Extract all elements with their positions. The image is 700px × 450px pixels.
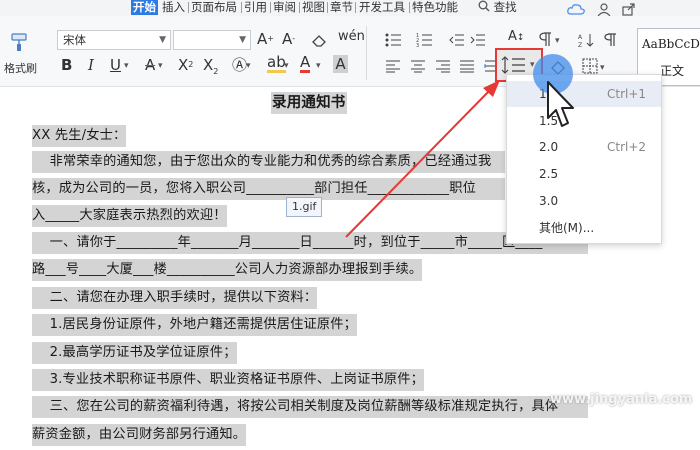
tab-start[interactable]: 开始 xyxy=(131,0,158,15)
strikethrough-icon[interactable]: A xyxy=(145,56,155,74)
justify-icon[interactable] xyxy=(459,58,475,77)
line-spacing-option[interactable]: 3.0 xyxy=(507,188,661,214)
bullet-list-icon[interactable] xyxy=(385,32,405,51)
watermark: www.jingyanla.com xyxy=(550,392,693,407)
format-painter-label: 格式刷 xyxy=(4,62,37,75)
document-line: 1.居民身份证原件，外地户籍还需提供居住证原件； xyxy=(32,314,358,336)
text-effect-icon[interactable]: Ⓐ xyxy=(232,56,247,74)
superscript-icon[interactable]: X2 xyxy=(178,56,193,74)
chevron-down-icon: ▼ xyxy=(239,35,246,45)
font-size-combo[interactable]: ▼ xyxy=(173,30,251,50)
font-name-value: 宋体 xyxy=(63,33,86,47)
tab-divider xyxy=(355,2,356,13)
character-shading-icon[interactable]: A xyxy=(333,55,348,73)
decrease-indent-icon[interactable] xyxy=(449,32,465,51)
chevron-down-icon[interactable]: ▾ xyxy=(316,61,321,71)
search-icon xyxy=(478,0,490,12)
subscript-icon[interactable]: X2 xyxy=(203,56,218,81)
document-title: 录用通知书 xyxy=(271,92,347,114)
tab-divider xyxy=(188,2,189,13)
search-label: 查找 xyxy=(493,0,517,14)
tab-reference[interactable]: 引用 xyxy=(244,0,267,15)
numbered-list-icon[interactable]: 123 xyxy=(416,32,436,51)
file-tooltip: 1.gif xyxy=(286,197,323,217)
tab-page-layout[interactable]: 页面布局 xyxy=(191,0,237,15)
document-line: 三、您在公司的薪资福利待遇，将按公司相关制度及岗位薪酬等级标准规定执行，具体 xyxy=(32,396,588,418)
align-center-icon[interactable] xyxy=(410,58,426,77)
document-line: 3.专业技术职称证书原件、职业资格证书原件、上岗证书原件； xyxy=(32,369,425,391)
align-right-icon[interactable] xyxy=(435,58,451,77)
chevron-down-icon[interactable]: ▾ xyxy=(284,61,289,71)
document-line: 薪资金额，由公司财务部另行通知。 xyxy=(32,424,247,446)
line-spacing-option[interactable]: 1 Ctrl+1 xyxy=(507,81,661,107)
line-spacing-option[interactable]: 1.5 xyxy=(507,108,661,134)
line-spacing-menu: 1 Ctrl+1 1.5 2.0 Ctrl+2 2.5 3.0 其他(M)... xyxy=(506,74,662,244)
svg-text:3: 3 xyxy=(416,43,419,47)
document-line: 一、请你于_________年_______月_______日______时，到… xyxy=(32,232,588,254)
tab-divider xyxy=(327,2,328,13)
document-line: 非常荣幸的通知您，由于您出众的专业能力和优秀的综合素质，已经通过我 xyxy=(32,151,505,173)
line-spacing-option-more[interactable]: 其他(M)... xyxy=(507,215,661,241)
tab-view[interactable]: 视图 xyxy=(302,0,325,15)
eraser-icon[interactable] xyxy=(311,32,327,51)
document-line: 核，成为公司的一员，您将入职公司__________部门担任__________… xyxy=(32,178,505,200)
menu-bar: 开始 插入 页面布局 引用 审阅 视图 章节 开发工具 特色功能 查找 xyxy=(0,0,700,17)
bold-icon[interactable]: B xyxy=(61,56,72,74)
pinyin-guide-icon[interactable]: wén xyxy=(338,28,365,46)
style-preview-text: AaBbCcDd xyxy=(642,37,700,51)
tab-insert[interactable]: 插入 xyxy=(162,0,185,15)
tab-divider xyxy=(409,2,410,13)
increase-indent-icon[interactable] xyxy=(470,32,486,51)
align-left-icon[interactable] xyxy=(385,58,401,77)
line-spacing-option[interactable]: 2.5 xyxy=(507,161,661,187)
chinese-layout-icon[interactable]: A↕ xyxy=(508,28,524,47)
style-name: 正文 xyxy=(660,64,685,78)
svg-text:A: A xyxy=(578,34,583,41)
tab-special-features[interactable]: 特色功能 xyxy=(412,0,458,15)
line-spacing-option[interactable]: 2.0 Ctrl+2 xyxy=(507,134,661,160)
tab-review[interactable]: 审阅 xyxy=(273,0,296,15)
font-color-icon[interactable]: A xyxy=(300,54,311,73)
group-divider xyxy=(366,26,367,80)
italic-icon[interactable]: I xyxy=(88,56,94,74)
document-line: XX 先生/女士： xyxy=(32,125,127,147)
tab-divider xyxy=(299,2,300,13)
tab-divider xyxy=(241,2,242,13)
document-line: 入_____大家庭表示热烈的欢迎！ xyxy=(32,205,227,227)
tab-divider xyxy=(270,2,271,13)
format-painter-icon xyxy=(11,33,27,51)
chevron-down-icon[interactable]: ▾ xyxy=(555,36,560,46)
chevron-down-icon[interactable]: ▾ xyxy=(124,61,129,71)
format-painter-button[interactable] xyxy=(10,32,32,56)
tab-developer[interactable]: 开发工具 xyxy=(359,0,405,15)
font-name-combo[interactable]: 宋体 ▼ xyxy=(57,30,171,50)
chevron-down-icon[interactable]: ▾ xyxy=(246,61,251,71)
svg-text:Z: Z xyxy=(578,42,582,47)
grow-font-icon[interactable]: A+ xyxy=(257,30,274,48)
tab-chapter[interactable]: 章节 xyxy=(330,0,353,15)
paragraph-mark-icon[interactable] xyxy=(603,32,617,51)
underline-icon[interactable]: U xyxy=(110,56,121,74)
chevron-down-icon: ▼ xyxy=(159,35,166,45)
chevron-down-icon[interactable]: ▾ xyxy=(158,61,163,71)
document-line: 二、请您在办理入职手续时，提供以下资料： xyxy=(32,287,318,309)
document-line: 2.最高学历证书及学位证原件； xyxy=(32,342,237,364)
document-line: 路___号____大厦___楼__________公司人力资源部办理报到手续。 xyxy=(32,259,423,281)
shrink-font-icon[interactable]: A- xyxy=(282,30,295,48)
highlight-color-icon[interactable]: ab xyxy=(267,54,286,73)
mouse-cursor-icon xyxy=(547,81,574,127)
sort-icon[interactable]: AZ xyxy=(578,32,594,51)
search-button[interactable]: 查找 xyxy=(478,0,517,15)
chevron-down-icon[interactable]: ▾ xyxy=(600,63,605,73)
